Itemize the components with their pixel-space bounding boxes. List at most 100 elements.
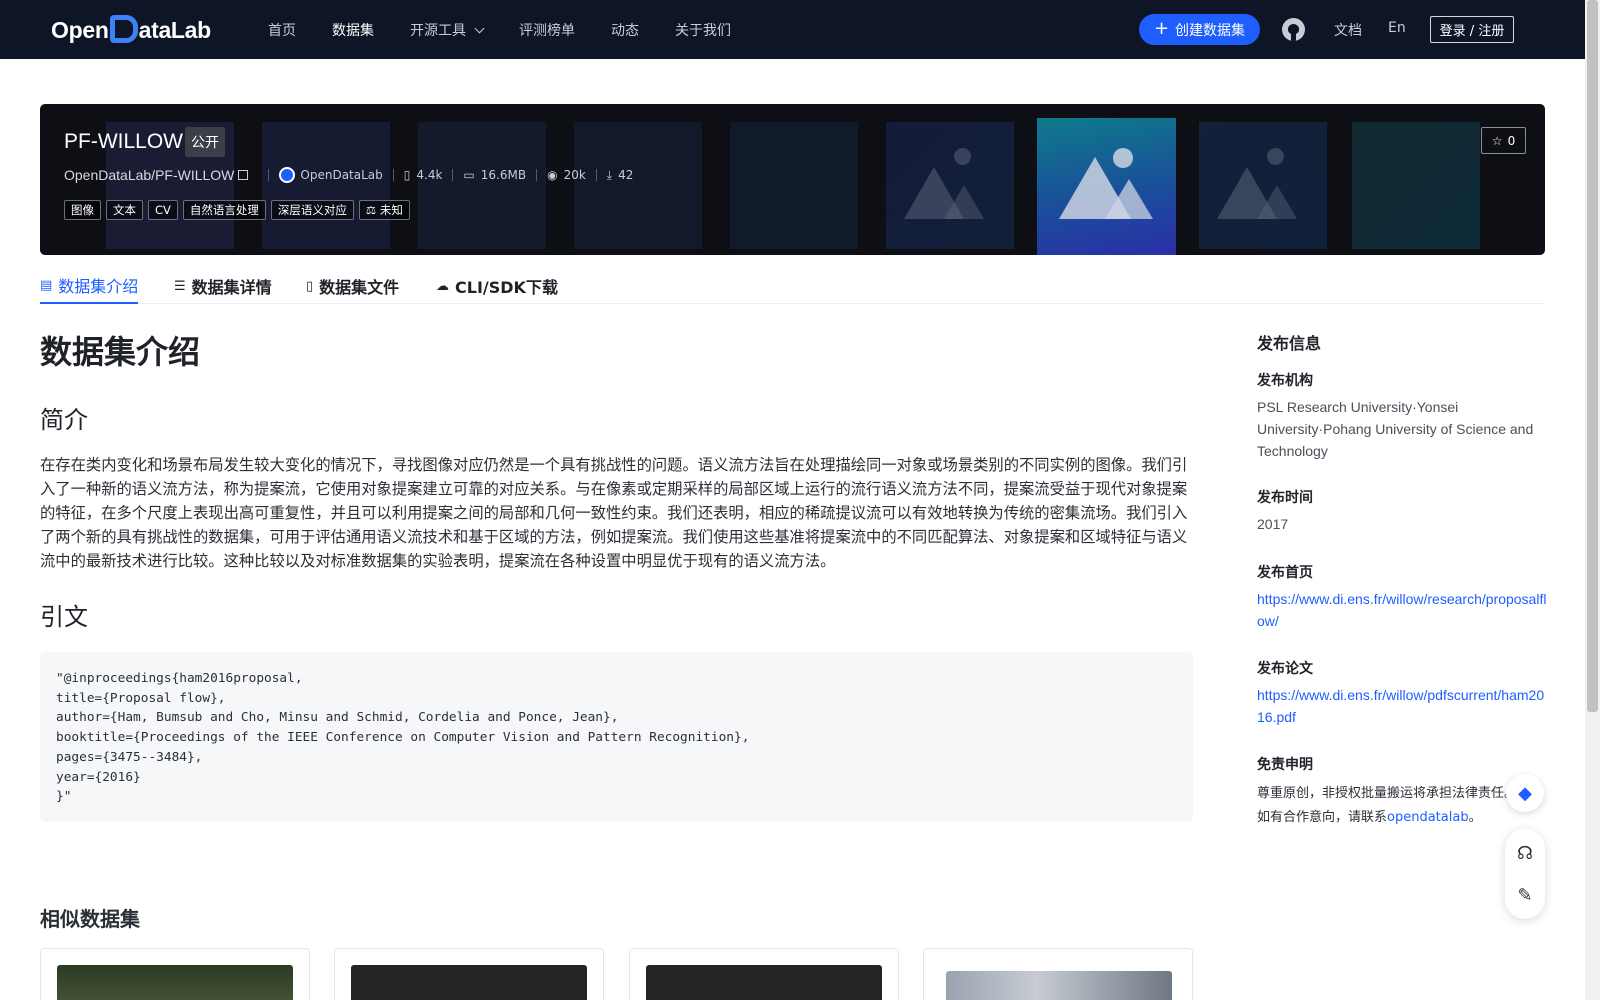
logo-d-icon: [109, 15, 138, 43]
headset-icon[interactable]: ☊: [1505, 833, 1545, 873]
eye-icon: ◉: [547, 168, 558, 182]
nav-docs-link[interactable]: 文档: [1334, 20, 1362, 40]
nav-link-label: 动态: [611, 23, 639, 39]
disk-icon: ▭: [463, 168, 475, 182]
tab-files[interactable]: ▯ 数据集文件: [306, 268, 399, 304]
size-stat: ▭ 16.6MB: [463, 168, 526, 182]
edit-note-icon[interactable]: ✎: [1505, 875, 1545, 915]
login-button[interactable]: 登录 / 注册: [1430, 16, 1514, 43]
nav-link-home[interactable]: 首页: [268, 19, 296, 41]
downloads-value: 42: [618, 168, 634, 182]
tab-details[interactable]: ☰ 数据集详情: [174, 268, 272, 304]
citation-heading: 引文: [40, 603, 88, 631]
nav-link-leaderboard[interactable]: 评测榜单: [519, 19, 575, 41]
org-name[interactable]: OpenDataLab: [300, 168, 382, 182]
create-dataset-label: 创建数据集: [1175, 22, 1246, 39]
org-avatar: [279, 167, 296, 183]
likes-stat: ▯ 4.4k: [404, 168, 443, 182]
tag[interactable]: 图像: [64, 200, 101, 220]
banner-image: [418, 122, 546, 249]
page-title: 数据集介绍: [40, 333, 201, 371]
downloads-stat: ⤓ 42: [607, 168, 634, 183]
tab-bar: ▤ 数据集介绍 ☰ 数据集详情 ▯ 数据集文件 ☁ CLI/SDK下载: [40, 262, 1545, 304]
banner-image: [574, 122, 702, 249]
publisher-value: PSL Research University·Yonsei Universit…: [1257, 399, 1534, 459]
paper-link[interactable]: https://www.di.ens.fr/willow/pdfscurrent…: [1257, 684, 1547, 728]
tab-label: 数据集介绍: [58, 277, 139, 296]
banner-image: [730, 122, 858, 249]
list-icon: ☰: [174, 278, 186, 294]
contact-link[interactable]: opendatalab: [1387, 810, 1469, 825]
license-tag[interactable]: ⚖ 未知: [358, 200, 410, 220]
size-value: 16.6MB: [480, 168, 527, 182]
nav-link-label: 数据集: [332, 23, 374, 39]
cloud-download-icon: ☁: [436, 278, 449, 294]
tab-label: CLI/SDK下载: [455, 278, 558, 297]
floating-toolbar: ☊ ✎: [1505, 829, 1545, 919]
dataset-title: PF-WILLOW: [64, 130, 183, 153]
copy-icon[interactable]: [238, 170, 249, 180]
tag[interactable]: 深层语义对应: [270, 200, 354, 220]
nav-link-label: 开源工具: [410, 23, 466, 39]
divider: [268, 169, 270, 181]
intro-heading: 简介: [40, 406, 88, 434]
feedback-bird-icon[interactable]: ◆: [1506, 774, 1544, 812]
image-placeholder-icon: [886, 122, 1014, 249]
homepage-label: 发布首页: [1257, 565, 1313, 581]
tab-label: 数据集文件: [319, 278, 400, 297]
tag[interactable]: 文本: [106, 200, 143, 220]
similar-datasets-heading: 相似数据集: [40, 907, 140, 931]
star-button[interactable]: ☆ 0: [1481, 127, 1526, 154]
publisher-label: 发布机构: [1257, 373, 1313, 389]
tag[interactable]: CV: [148, 200, 178, 220]
homepage-link[interactable]: https://www.di.ens.fr/willow/research/pr…: [1257, 588, 1547, 632]
publish-time-label: 发布时间: [1257, 490, 1313, 506]
nav-links: 首页 数据集 开源工具 评测榜单 动态 关于我们: [268, 19, 767, 41]
dataset-meta: OpenDataLab/PF-WILLOW OpenDataLab ▯ 4.4k …: [64, 165, 633, 185]
image-placeholder-icon: [1037, 118, 1176, 255]
similar-dataset-card[interactable]: [334, 948, 604, 1000]
top-nav: Open ataLab 首页 数据集 开源工具 评测榜单 动态 关于我们 + 创建…: [0, 0, 1585, 59]
download-icon: ⤓: [606, 167, 613, 182]
card-thumbnail: [57, 965, 293, 1000]
card-thumbnail: [351, 965, 587, 1000]
nav-link-label: 关于我们: [675, 23, 731, 39]
scale-icon: ⚖: [365, 203, 377, 217]
similar-dataset-card[interactable]: [629, 948, 899, 1000]
language-switch[interactable]: En: [1388, 20, 1406, 36]
nav-link-label: 评测榜单: [519, 23, 575, 39]
chevron-down-icon: [474, 23, 485, 33]
nav-link-datasets[interactable]: 数据集: [332, 19, 374, 41]
plus-icon: +: [1153, 17, 1170, 39]
nav-link-news[interactable]: 动态: [611, 19, 639, 41]
divider: [536, 169, 538, 181]
tab-cli-sdk[interactable]: ☁ CLI/SDK下载: [436, 268, 558, 304]
disclaimer-text: 尊重原创，非授权批量搬运将承担法律责任。如有合作意向，请联系opendatala…: [1257, 782, 1527, 830]
similar-dataset-card[interactable]: [923, 948, 1193, 1000]
github-icon[interactable]: [1282, 18, 1305, 41]
banner-image: [1352, 122, 1480, 249]
tab-intro[interactable]: ▤ 数据集介绍: [40, 268, 139, 304]
similar-dataset-card[interactable]: [40, 948, 310, 1000]
image-placeholder-icon: [1199, 122, 1327, 249]
star-icon: ☆: [1491, 133, 1503, 148]
paper-label: 发布论文: [1257, 661, 1313, 677]
publish-time-value: 2017: [1257, 516, 1289, 532]
disclaimer-end: 。: [1468, 810, 1482, 825]
nav-link-about[interactable]: 关于我们: [675, 19, 731, 41]
publish-info-title: 发布信息: [1257, 334, 1322, 353]
file-icon: ▯: [306, 278, 314, 294]
create-dataset-button[interactable]: + 创建数据集: [1139, 14, 1260, 45]
tag-list: 图像 文本 CV 自然语言处理 深层语义对应 ⚖ 未知: [64, 200, 410, 220]
scrollbar-thumb[interactable]: [1587, 0, 1598, 712]
license-label: 未知: [379, 203, 403, 217]
likes-value: 4.4k: [416, 168, 443, 182]
logo[interactable]: Open ataLab: [51, 14, 211, 46]
tag[interactable]: 自然语言处理: [182, 200, 266, 220]
star-count: 0: [1507, 133, 1516, 148]
banner-image: [262, 122, 390, 249]
book-icon: ▯: [403, 168, 411, 182]
views-value: 20k: [563, 168, 586, 182]
divider: [595, 169, 597, 181]
nav-link-tools[interactable]: 开源工具: [410, 19, 485, 41]
